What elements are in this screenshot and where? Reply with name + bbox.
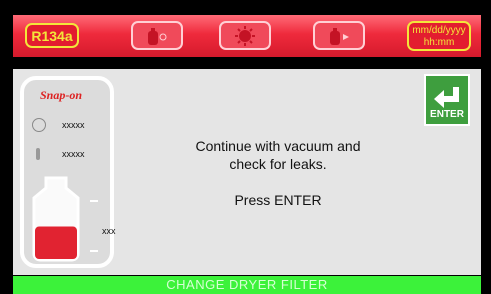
main-area: Snap-on xxxxx xxxxx xxx Continue with va… bbox=[13, 69, 481, 275]
vacuum-pump-icon bbox=[235, 25, 255, 46]
status-bar: CHANGE DRYER FILTER bbox=[13, 276, 481, 294]
temperature-value: xxxxx bbox=[62, 149, 85, 159]
refrigerant-tank-icon bbox=[32, 176, 80, 262]
pressure-row: xxxxx bbox=[32, 118, 85, 132]
enter-label: ENTER bbox=[430, 109, 464, 120]
message-line-1: Continue with vacuum and bbox=[195, 138, 361, 154]
tank-value: xxx bbox=[102, 226, 116, 236]
datetime-button[interactable]: mm/dd/yyyy hh:mm bbox=[407, 21, 471, 51]
time-text: hh:mm bbox=[423, 37, 455, 48]
date-text: mm/dd/yyyy bbox=[412, 25, 466, 36]
top-toolbar: R134a mm/dd/yyyy hh:mm bbox=[13, 15, 481, 57]
tank-tick-lower bbox=[90, 250, 98, 252]
pressure-value: xxxxx bbox=[62, 120, 85, 130]
enter-button[interactable]: ENTER bbox=[424, 74, 470, 126]
thermometer-icon bbox=[36, 148, 40, 160]
brand-logo: Snap-on bbox=[40, 88, 83, 102]
vacuum-button[interactable] bbox=[219, 21, 271, 50]
charge-button[interactable] bbox=[313, 21, 365, 50]
message-line-2: check for leaks. bbox=[229, 156, 327, 172]
refrigerant-button[interactable]: R134a bbox=[25, 23, 79, 48]
temperature-row: xxxxx bbox=[32, 148, 85, 160]
charge-tank-icon bbox=[330, 27, 349, 45]
status-panel: Snap-on xxxxx xxxxx xxx bbox=[20, 76, 116, 268]
pressure-gauge-icon bbox=[32, 118, 46, 132]
recover-button[interactable] bbox=[131, 21, 183, 50]
enter-arrow-icon bbox=[434, 87, 459, 108]
recover-tank-icon bbox=[148, 27, 167, 45]
press-enter-prompt: Press ENTER bbox=[234, 192, 322, 208]
tank-tick-upper bbox=[90, 200, 98, 202]
tank-fill-level bbox=[35, 226, 77, 259]
